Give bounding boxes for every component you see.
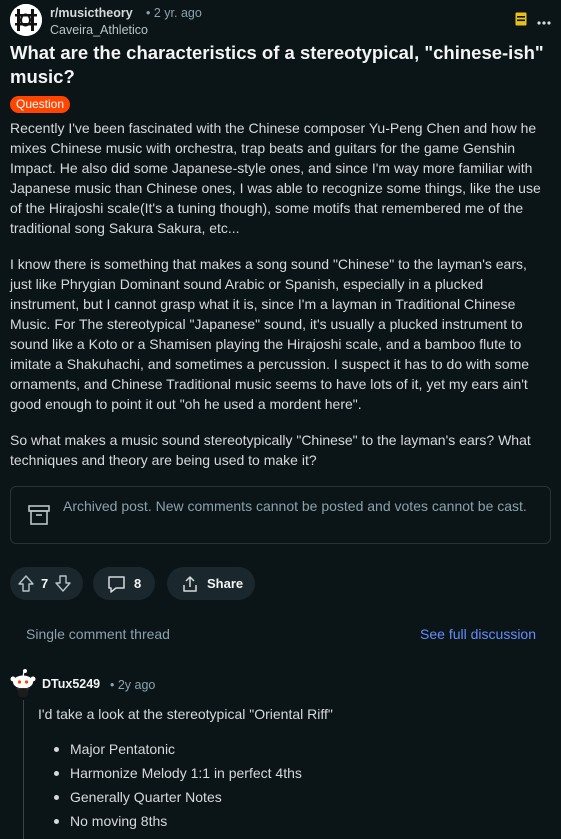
archive-box-icon (28, 504, 50, 531)
single-comment-thread-label: Single comment thread (26, 626, 170, 642)
post-title[interactable]: What are the characteristics of a stereo… (10, 41, 551, 89)
comment-text: I'd take a look at the stereotypical "Or… (38, 706, 333, 722)
share-label: Share (207, 576, 244, 591)
post-body-paragraph-3: So what makes a music sound stereotypica… (10, 432, 531, 468)
comment-author[interactable]: DTux5249 (42, 677, 100, 691)
list-item: Harmonize Melody 1:1 in perfect 4ths (54, 763, 302, 787)
vote-control: 7 (10, 567, 83, 600)
comment-bullet-list: Major Pentatonic Harmonize Melody 1:1 in… (54, 739, 302, 835)
comment-count: 8 (134, 576, 142, 591)
post-body-paragraph-1: Recently I've been fascinated with the C… (10, 120, 541, 236)
thread-line[interactable] (23, 700, 24, 839)
comment-time: • 2y ago (110, 678, 156, 692)
share-icon (181, 575, 199, 593)
snoo-avatar-icon[interactable] (9, 668, 37, 698)
vote-count: 7 (41, 576, 49, 591)
list-item: Major Pentatonic (54, 739, 302, 763)
list-item: No moving 8ths (54, 811, 302, 835)
archived-notice-text: Archived post. New comments cannot be po… (63, 498, 527, 514)
post-body-paragraph-2: I know there is something that makes a s… (10, 256, 530, 412)
save-icon[interactable] (515, 12, 527, 31)
list-item: Generally Quarter Notes (54, 787, 302, 811)
archived-notice: Archived post. New comments cannot be po… (10, 486, 551, 544)
upvote-icon[interactable] (18, 575, 34, 592)
share-button[interactable]: Share (167, 567, 255, 600)
more-icon[interactable] (537, 12, 551, 30)
comments-button[interactable]: 8 (93, 567, 155, 600)
comment-icon (107, 575, 126, 593)
see-full-discussion-link[interactable]: See full discussion (420, 626, 536, 642)
subreddit-avatar-icon[interactable] (10, 4, 42, 36)
post-time: • 2 yr. ago (146, 6, 202, 20)
downvote-icon[interactable] (55, 575, 71, 592)
post-author[interactable]: Caveira_Athletico (50, 23, 148, 37)
post-flair[interactable]: Question (10, 96, 71, 113)
subreddit-name[interactable]: r/musictheory (50, 6, 133, 20)
post-header: r/musictheory • 2 yr. ago Caveira_Athlet… (10, 4, 551, 38)
